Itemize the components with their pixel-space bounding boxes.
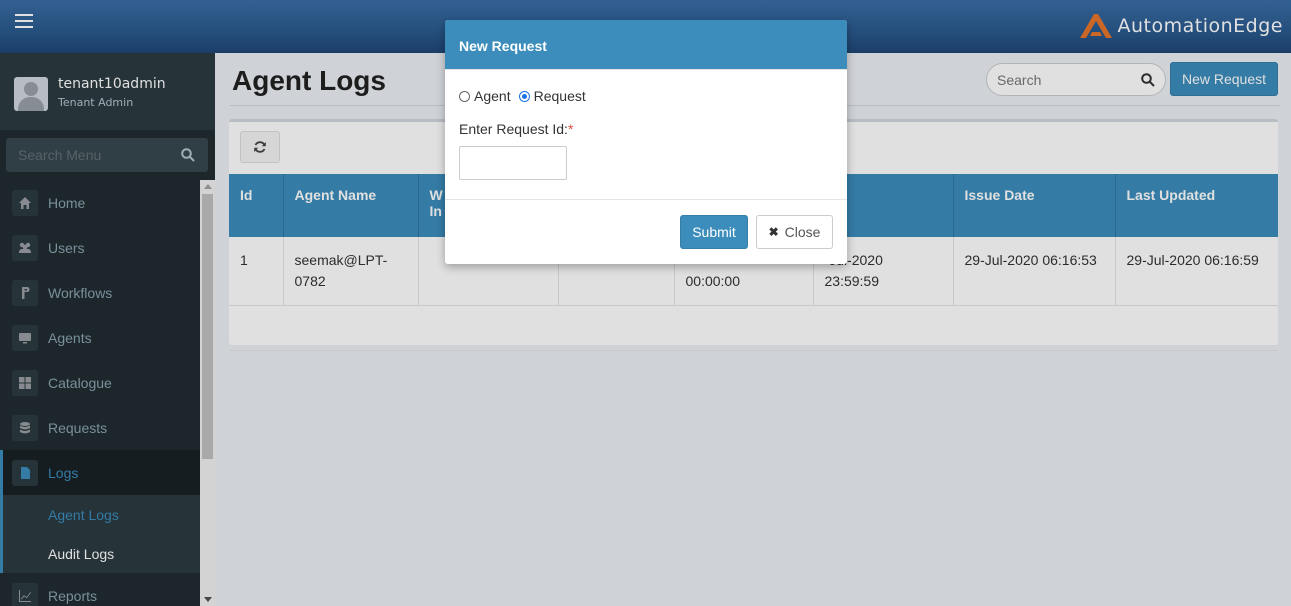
agent-radio-label[interactable]: Agent	[474, 88, 511, 104]
request-radio[interactable]	[518, 90, 530, 102]
request-radio-label[interactable]: Request	[534, 88, 586, 104]
required-asterisk: *	[567, 121, 574, 137]
close-icon: ✖	[768, 225, 779, 239]
modal-body: Agent Request Enter Request Id:*	[445, 70, 847, 200]
request-id-label-text: Enter Request Id:	[459, 121, 568, 137]
agent-radio[interactable]	[459, 90, 470, 102]
close-button[interactable]: ✖ Close	[756, 215, 833, 249]
submit-button[interactable]: Submit	[680, 215, 748, 249]
request-id-label: Enter Request Id:*	[459, 121, 573, 137]
close-button-label: Close	[784, 224, 821, 240]
request-type-radio-group: Agent Request	[459, 88, 594, 104]
new-request-modal: New Request Agent Request Enter Request …	[445, 20, 847, 264]
modal-title: New Request	[445, 20, 847, 70]
request-id-input[interactable]	[459, 146, 567, 180]
